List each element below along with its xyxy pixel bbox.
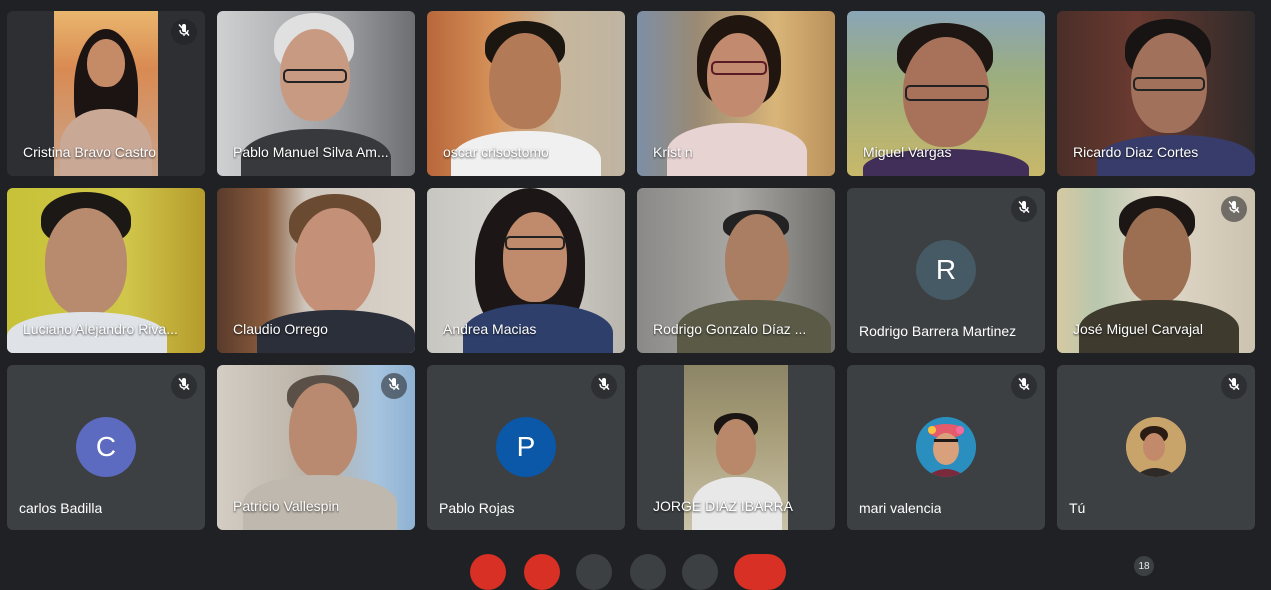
participant-name: Rodrigo Gonzalo Díaz ...	[653, 321, 807, 337]
participant-tile[interactable]: JORGE DIAZ IBARRA	[637, 365, 835, 530]
participant-tile[interactable]: P Pablo Rojas	[427, 365, 625, 530]
mute-indicator	[1011, 373, 1037, 399]
mute-indicator	[591, 373, 617, 399]
avatar-initial: R	[935, 254, 957, 285]
mic-off-icon	[597, 377, 611, 396]
participant-tile[interactable]: Luciano Alejandro Riva...	[7, 188, 205, 353]
participant-name: Luciano Alejandro Riva...	[23, 321, 178, 337]
avatar-initial: P	[516, 431, 536, 462]
participant-name: Rodrigo Barrera Martinez	[859, 323, 1017, 339]
avatar: P	[496, 417, 556, 477]
participant-tile[interactable]: Pablo Manuel Silva Am...	[217, 11, 415, 176]
avatar	[1126, 417, 1186, 477]
participant-name: Ricardo Diaz Cortes	[1073, 144, 1199, 160]
more-options-button[interactable]	[682, 554, 718, 590]
captions-button[interactable]	[576, 554, 612, 590]
participant-tile[interactable]: Ricardo Diaz Cortes	[1057, 11, 1255, 176]
mic-off-icon	[177, 23, 191, 42]
participant-tile[interactable]: José Miguel Carvajal	[1057, 188, 1255, 353]
call-controls-bar	[0, 554, 1271, 590]
present-button[interactable]	[630, 554, 666, 590]
mic-off-icon	[1017, 200, 1031, 219]
participant-tile[interactable]: Claudio Orrego	[217, 188, 415, 353]
mute-indicator	[1221, 373, 1247, 399]
participant-name: mari valencia	[859, 500, 942, 516]
mute-indicator	[381, 373, 407, 399]
mic-off-icon	[1227, 377, 1241, 396]
mute-indicator	[1221, 196, 1247, 222]
participant-tile[interactable]: Miguel Vargas	[847, 11, 1045, 176]
participant-name: Cristina Bravo Castro	[23, 144, 157, 160]
participant-tile[interactable]: Patricio Vallespin	[217, 365, 415, 530]
mic-off-icon	[1017, 377, 1031, 396]
participant-tile[interactable]: oscar crisostomo	[427, 11, 625, 176]
participant-tile[interactable]: C carlos Badilla	[7, 365, 205, 530]
participant-tile[interactable]: Rodrigo Gonzalo Díaz ...	[637, 188, 835, 353]
participant-tile[interactable]: Andrea Macias	[427, 188, 625, 353]
participant-tile[interactable]: Krist n	[637, 11, 835, 176]
participant-name: Andrea Macias	[443, 321, 537, 337]
mic-off-icon	[177, 377, 191, 396]
camera-button[interactable]	[524, 554, 560, 590]
avatar-portrait	[1126, 417, 1186, 477]
participant-tile[interactable]: mari valencia	[847, 365, 1045, 530]
participant-name: Miguel Vargas	[863, 144, 952, 160]
mute-indicator	[171, 19, 197, 45]
participant-name: JORGE DIAZ IBARRA	[653, 498, 794, 514]
avatar: C	[76, 417, 136, 477]
participant-name: carlos Badilla	[19, 500, 103, 516]
participant-grid: Cristina Bravo Castro Pablo Manuel Silva…	[7, 11, 1255, 530]
participant-name: Claudio Orrego	[233, 321, 328, 337]
participant-name: oscar crisostomo	[443, 144, 549, 160]
participant-name: José Miguel Carvajal	[1073, 321, 1203, 337]
participant-tile[interactable]: Tú	[1057, 365, 1255, 530]
mic-button[interactable]	[470, 554, 506, 590]
participant-tile[interactable]: R Rodrigo Barrera Martinez	[847, 188, 1045, 353]
participant-name: Patricio Vallespin	[233, 498, 340, 514]
participant-name: Pablo Manuel Silva Am...	[233, 144, 389, 160]
mic-off-icon	[387, 377, 401, 396]
participant-count-badge[interactable]: 18	[1134, 556, 1154, 576]
mute-indicator	[1011, 196, 1037, 222]
avatar-portrait	[916, 417, 976, 477]
mic-off-icon	[1227, 200, 1241, 219]
mute-indicator	[171, 373, 197, 399]
participant-name: Tú	[1069, 500, 1086, 516]
end-call-button[interactable]	[734, 554, 786, 590]
participant-name: Pablo Rojas	[439, 500, 515, 516]
avatar-initial: C	[95, 431, 117, 462]
avatar	[916, 417, 976, 477]
avatar: R	[916, 240, 976, 300]
participant-name: Krist n	[653, 144, 693, 160]
participant-tile[interactable]: Cristina Bravo Castro	[7, 11, 205, 176]
